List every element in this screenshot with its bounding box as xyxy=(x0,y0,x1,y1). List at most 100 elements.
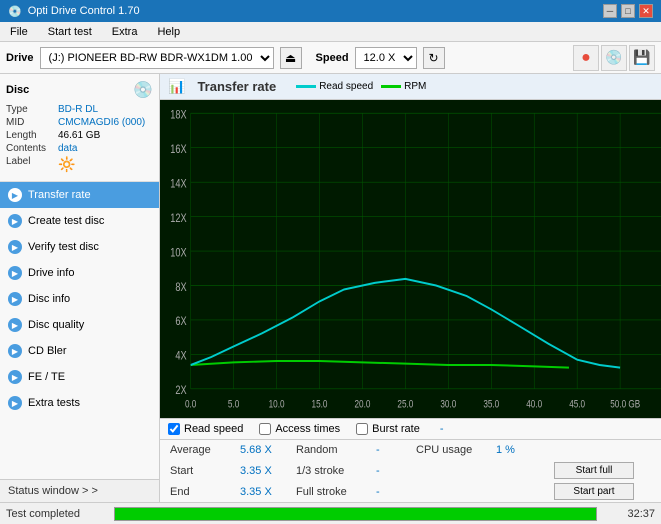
menu-help[interactable]: Help xyxy=(151,24,186,40)
stat-1stroke-label: 1/3 stroke xyxy=(294,463,374,479)
nav-disc-quality[interactable]: ▶ Disc quality xyxy=(0,312,159,338)
stats-row-2: Start 3.35 X 1/3 stroke - Start full xyxy=(160,460,661,481)
start-part-button[interactable]: Start part xyxy=(554,483,634,500)
drive-label: Drive xyxy=(6,52,34,64)
disc-header: Disc 💿 xyxy=(6,80,153,100)
nav-label-disc-quality: Disc quality xyxy=(28,319,84,331)
disc-label-value: 🔆 xyxy=(58,156,153,173)
svg-text:20.0: 20.0 xyxy=(354,398,370,410)
nav-icon-drive-info: ▶ xyxy=(8,266,22,280)
toolbar-icon-1[interactable]: ● xyxy=(573,45,599,71)
title-bar-controls: ─ □ ✕ xyxy=(603,4,653,18)
ctrl-access-times[interactable]: Access times xyxy=(259,423,340,435)
stat-1stroke-value: - xyxy=(374,463,414,479)
disc-label-row: Label 🔆 xyxy=(6,156,153,173)
toolbar-icon-3[interactable]: 💾 xyxy=(629,45,655,71)
stat-average-value: 5.68 X xyxy=(238,442,294,458)
nav-disc-info[interactable]: ▶ Disc info xyxy=(0,286,159,312)
svg-text:8X: 8X xyxy=(175,281,186,294)
stat-start-label: Start xyxy=(168,463,238,479)
svg-text:10.0: 10.0 xyxy=(269,398,285,410)
nav-label-extra-tests: Extra tests xyxy=(28,397,80,409)
menu-start-test[interactable]: Start test xyxy=(42,24,98,40)
nav-fe-te[interactable]: ▶ FE / TE xyxy=(0,364,159,390)
title-bar-left: 💿 Opti Drive Control 1.70 xyxy=(8,5,140,18)
disc-length-row: Length 46.61 GB xyxy=(6,130,153,141)
legend-rpm: RPM xyxy=(381,81,426,92)
progress-bar xyxy=(114,507,597,521)
svg-text:18X: 18X xyxy=(170,108,186,121)
stat-cpu-label: CPU usage xyxy=(414,442,494,458)
toolbar-icon-2[interactable]: 💿 xyxy=(601,45,627,71)
toolbar-icons: ● 💿 💾 xyxy=(573,45,655,71)
chart-svg: 18X 16X 14X 12X 10X 8X 6X 4X 2X 0.0 5.0 … xyxy=(160,100,661,418)
speed-select[interactable]: 12.0 X xyxy=(355,47,417,69)
disc-length-label: Length xyxy=(6,130,58,141)
drive-bar: Drive (J:) PIONEER BD-RW BDR-WX1DM 1.00 … xyxy=(0,42,661,74)
ctrl-access-times-label: Access times xyxy=(275,423,340,435)
ctrl-burst-rate-checkbox[interactable] xyxy=(356,423,368,435)
nav-verify-test-disc[interactable]: ▶ Verify test disc xyxy=(0,234,159,260)
nav-icon-disc-info: ▶ xyxy=(8,292,22,306)
svg-text:45.0: 45.0 xyxy=(569,398,585,410)
nav-label-disc-info: Disc info xyxy=(28,293,70,305)
nav-icon-transfer-rate: ▶ xyxy=(8,188,22,202)
nav-extra-tests[interactable]: ▶ Extra tests xyxy=(0,390,159,416)
chart-header: 📊 Transfer rate Read speed RPM xyxy=(160,74,661,100)
svg-text:6X: 6X xyxy=(175,315,186,328)
stat-cpu-value: 1 % xyxy=(494,442,554,458)
svg-text:35.0: 35.0 xyxy=(483,398,499,410)
disc-contents-value: data xyxy=(58,143,153,154)
status-window-button[interactable]: Status window > > xyxy=(0,479,159,502)
disc-type-label: Type xyxy=(6,104,58,115)
menu-file[interactable]: File xyxy=(4,24,34,40)
stat-random-label: Random xyxy=(294,442,374,458)
minimize-button[interactable]: ─ xyxy=(603,4,617,18)
menu-extra[interactable]: Extra xyxy=(106,24,144,40)
ctrl-read-speed[interactable]: Read speed xyxy=(168,423,243,435)
nav-label-cd-bler: CD Bler xyxy=(28,345,67,357)
drive-select[interactable]: (J:) PIONEER BD-RW BDR-WX1DM 1.00 xyxy=(40,47,274,69)
legend-rpm-color xyxy=(381,85,401,88)
disc-label-label: Label xyxy=(6,156,58,173)
status-time: 32:37 xyxy=(605,508,655,520)
start-full-button[interactable]: Start full xyxy=(554,462,634,479)
eject-button[interactable]: ⏏ xyxy=(280,47,302,69)
nav-icon-fe-te: ▶ xyxy=(8,370,22,384)
nav-icon-verify-test-disc: ▶ xyxy=(8,240,22,254)
legend-read-speed: Read speed xyxy=(296,81,373,92)
sidebar-nav: ▶ Transfer rate ▶ Create test disc ▶ Ver… xyxy=(0,182,159,479)
chart-title: Transfer rate xyxy=(197,79,276,94)
svg-text:15.0: 15.0 xyxy=(312,398,328,410)
speed-label: Speed xyxy=(316,52,349,64)
stat-fullstroke-value: - xyxy=(374,484,414,500)
disc-mid-row: MID CMCMAGDI6 (000) xyxy=(6,117,153,128)
stat-end-label: End xyxy=(168,484,238,500)
nav-icon-create-test-disc: ▶ xyxy=(8,214,22,228)
svg-text:10X: 10X xyxy=(170,246,186,259)
disc-length-value: 46.61 GB xyxy=(58,130,153,141)
app-icon: 💿 xyxy=(8,5,22,18)
stats-row-3: End 3.35 X Full stroke - Start part xyxy=(160,481,661,502)
ctrl-burst-rate[interactable]: Burst rate xyxy=(356,423,420,435)
svg-text:30.0: 30.0 xyxy=(440,398,456,410)
progress-bar-fill xyxy=(115,508,596,520)
svg-text:14X: 14X xyxy=(170,177,186,190)
chart-legend: Read speed RPM xyxy=(296,81,426,92)
nav-transfer-rate[interactable]: ▶ Transfer rate xyxy=(0,182,159,208)
disc-panel: Disc 💿 Type BD-R DL MID CMCMAGDI6 (000) … xyxy=(0,74,159,182)
ctrl-access-times-checkbox[interactable] xyxy=(259,423,271,435)
nav-create-test-disc[interactable]: ▶ Create test disc xyxy=(0,208,159,234)
nav-cd-bler[interactable]: ▶ CD Bler xyxy=(0,338,159,364)
close-button[interactable]: ✕ xyxy=(639,4,653,18)
refresh-button[interactable]: ↻ xyxy=(423,47,445,69)
nav-icon-extra-tests: ▶ xyxy=(8,396,22,410)
maximize-button[interactable]: □ xyxy=(621,4,635,18)
nav-label-transfer-rate: Transfer rate xyxy=(28,189,91,201)
ctrl-burst-rate-value: - xyxy=(440,423,444,435)
disc-mid-label: MID xyxy=(6,117,58,128)
ctrl-read-speed-label: Read speed xyxy=(184,423,243,435)
nav-drive-info[interactable]: ▶ Drive info xyxy=(0,260,159,286)
ctrl-read-speed-checkbox[interactable] xyxy=(168,423,180,435)
nav-label-fe-te: FE / TE xyxy=(28,371,65,383)
